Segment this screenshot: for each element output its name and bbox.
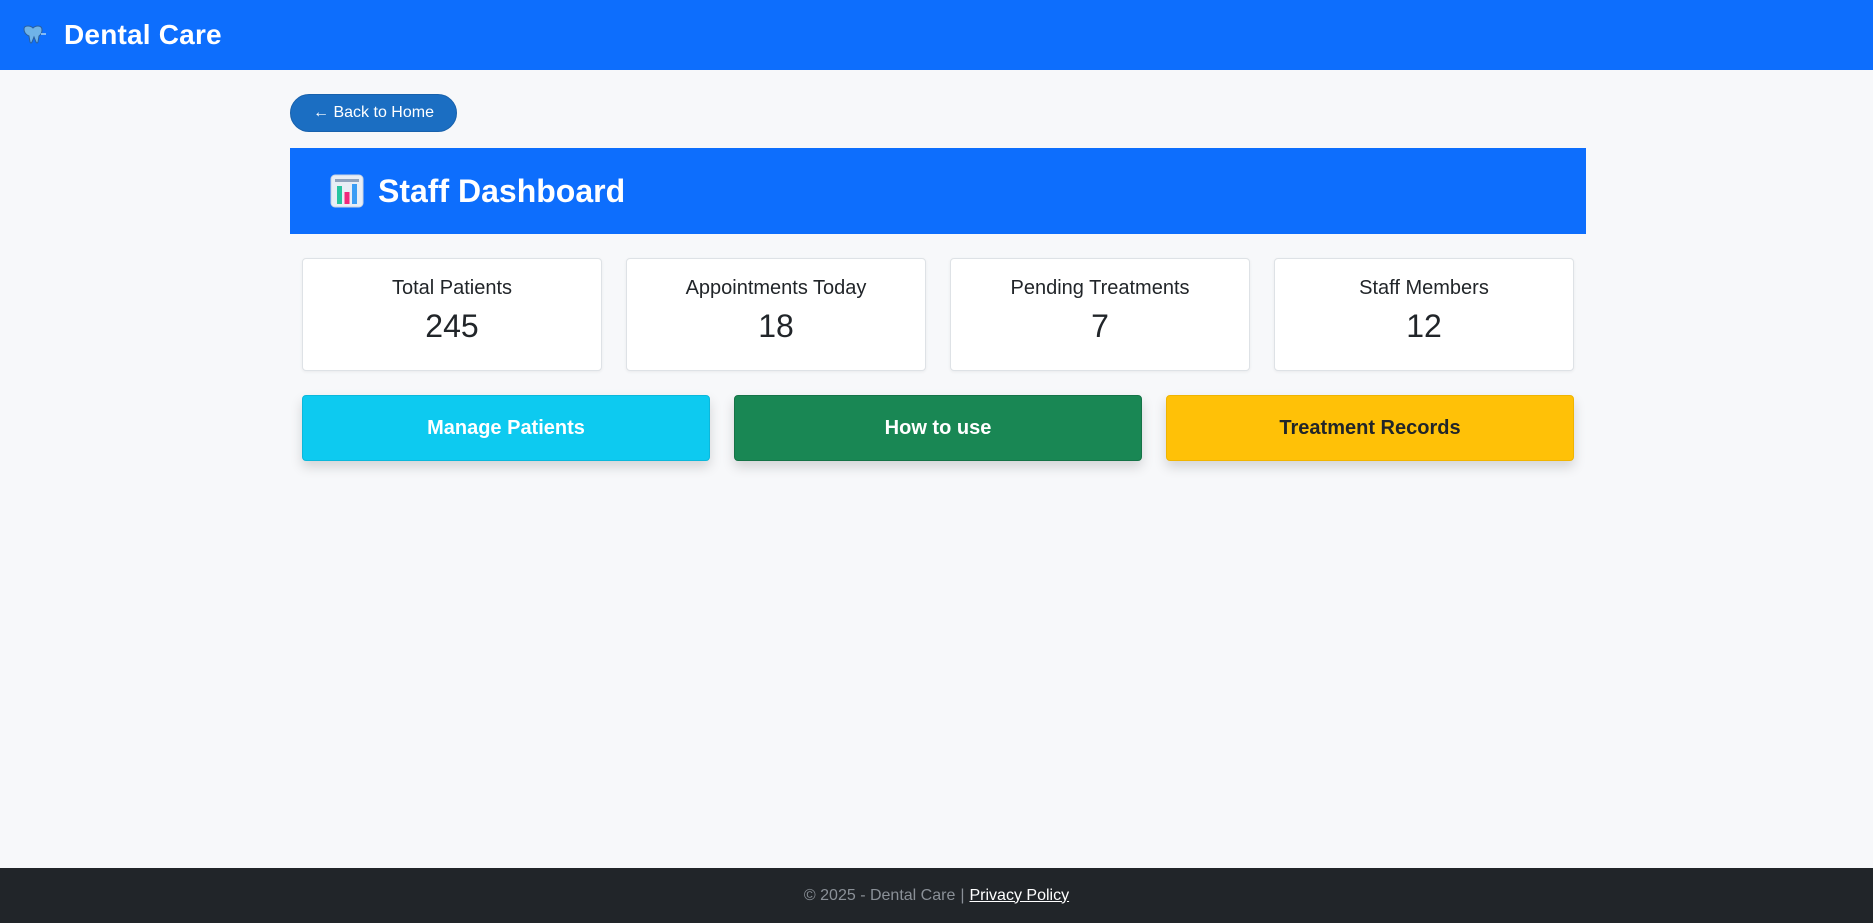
copyright-text: © 2025 - Dental Care (803, 886, 956, 904)
page-title: Staff Dashboard (378, 172, 626, 209)
back-to-home-button[interactable]: ← Back to Home (290, 94, 457, 132)
treatment-records-button[interactable]: Treatment Records (1166, 395, 1574, 461)
navbar: Dental Care (0, 0, 1873, 70)
stat-label: Total Patients (391, 277, 513, 299)
stat-label: Appointments Today (685, 277, 867, 299)
footer: © 2025 - Dental Care | Privacy Policy (0, 868, 1873, 923)
dashboard-header: Staff Dashboard (290, 148, 1586, 234)
manage-patients-button[interactable]: Manage Patients (302, 395, 710, 461)
stat-label: Pending Treatments (1010, 277, 1190, 299)
how-to-use-button[interactable]: How to use (734, 395, 1142, 461)
action-buttons: Manage Patients How to use Treatment Rec… (302, 395, 1574, 461)
stat-label: Staff Members (1359, 277, 1489, 299)
tooth-icon[interactable] (20, 24, 48, 46)
stat-card-appointments-today: Appointments Today 18 (626, 258, 926, 371)
stat-value: 18 (758, 308, 794, 344)
privacy-policy-link[interactable]: Privacy Policy (970, 887, 1070, 905)
stats-row: Total Patients 245 Appointments Today 18… (302, 258, 1574, 371)
stat-card-staff-members: Staff Members 12 (1274, 258, 1574, 371)
brand-title[interactable]: Dental Care (64, 19, 222, 51)
stat-card-pending-treatments: Pending Treatments 7 (950, 258, 1250, 371)
stat-value: 7 (1091, 308, 1109, 344)
stat-value: 245 (425, 308, 479, 344)
bar-chart-icon (330, 174, 364, 208)
stat-value: 12 (1406, 308, 1442, 344)
footer-separator: | (960, 886, 965, 904)
stat-card-total-patients: Total Patients 245 (302, 258, 602, 371)
